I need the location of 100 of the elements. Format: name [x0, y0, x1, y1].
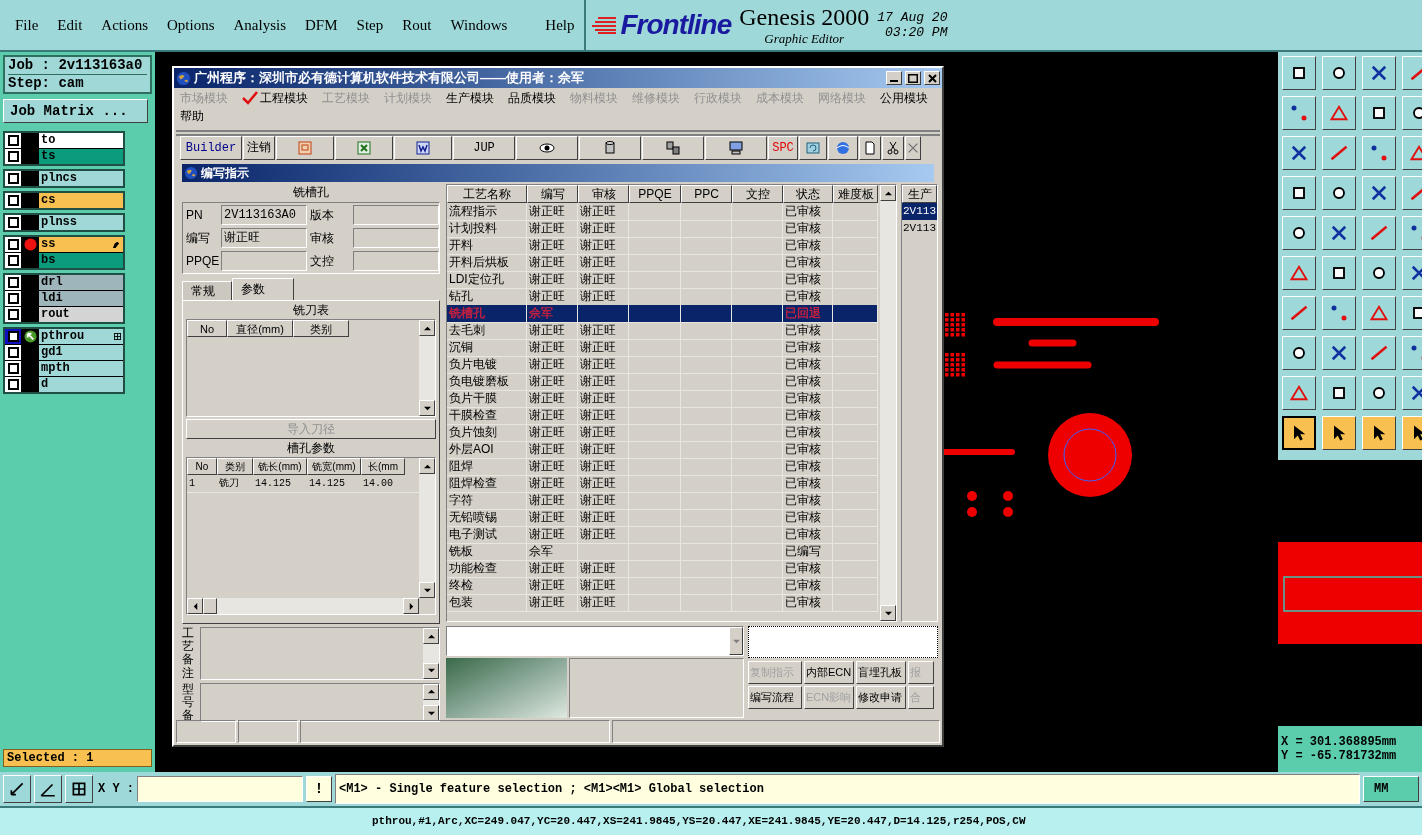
close-button[interactable] — [924, 71, 940, 85]
tab[interactable]: 常规 — [182, 281, 232, 300]
layer-name[interactable]: plncs — [39, 171, 123, 186]
column-header[interactable]: 难度板 — [833, 185, 878, 203]
table-row[interactable]: 负片电镀 谢正旺 谢正旺 已审核 — [447, 356, 878, 373]
column-header[interactable]: 工艺名称 — [447, 185, 527, 203]
layer-checkbox[interactable] — [7, 277, 19, 288]
table-row[interactable]: 去毛刺 谢正旺 谢正旺 已审核 — [447, 322, 878, 339]
menu-item[interactable]: Options — [167, 13, 215, 37]
column-header[interactable]: No — [187, 458, 217, 475]
layer-name[interactable]: gd1 — [39, 345, 123, 360]
table-row[interactable]: 外层AOI 谢正旺 谢正旺 已审核 — [447, 441, 878, 458]
toolbar-button[interactable] — [859, 136, 881, 160]
command-button[interactable] — [65, 775, 93, 803]
menu-item[interactable]: 公用模块 — [880, 89, 928, 107]
scroll-up-button[interactable] — [423, 628, 439, 644]
layer-name[interactable]: pthrou — [39, 329, 123, 344]
command-button[interactable] — [34, 775, 62, 803]
dropdown-button[interactable] — [729, 627, 743, 655]
toolbar-button[interactable] — [799, 136, 827, 160]
layer-checkbox[interactable] — [7, 293, 19, 304]
toolbar-button[interactable] — [882, 136, 904, 160]
table-row[interactable]: 干膜检查 谢正旺 谢正旺 已审核 — [447, 407, 878, 424]
column-header[interactable]: 铣长(mm) — [253, 458, 307, 475]
layer-checkbox[interactable] — [7, 379, 19, 390]
command-button[interactable] — [3, 775, 31, 803]
table-row[interactable]: 阻焊检查 谢正旺 谢正旺 已审核 — [447, 475, 878, 492]
table-row[interactable]: LDI定位孔 谢正旺 谢正旺 已审核 — [447, 271, 878, 288]
scroll-up-button[interactable] — [880, 185, 896, 201]
toolbar-button[interactable]: 注销 — [243, 136, 275, 160]
maximize-button[interactable] — [905, 71, 921, 85]
toolbar-button[interactable]: Builder — [180, 136, 242, 160]
table-row[interactable]: 功能检查 谢正旺 谢正旺 已审核 — [447, 560, 878, 577]
column-header[interactable]: No — [187, 320, 227, 337]
table-row[interactable]: 铣板 佘军 已编写 — [447, 543, 878, 560]
table-row[interactable]: 负片蚀刻 谢正旺 谢正旺 已审核 — [447, 424, 878, 441]
tab[interactable]: 参数 — [232, 278, 294, 300]
layer-name[interactable]: rout — [39, 307, 123, 322]
layer-checkbox[interactable] — [7, 195, 19, 206]
table-row[interactable]: 负电镀磨板 谢正旺 谢正旺 已审核 — [447, 373, 878, 390]
scroll-up-button[interactable] — [419, 458, 435, 474]
text-field[interactable] — [353, 228, 439, 248]
text-field[interactable]: 2V113163A0 — [221, 205, 307, 225]
column-header[interactable]: 类别 — [217, 458, 253, 475]
column-header[interactable]: 生产 — [902, 185, 937, 203]
menu-item[interactable]: File — [15, 13, 39, 37]
alert-button[interactable]: ! — [306, 776, 332, 802]
layer-checkbox[interactable] — [7, 255, 19, 266]
layer-name[interactable]: d — [39, 377, 123, 392]
scrollbar[interactable] — [423, 683, 439, 722]
column-header[interactable]: 长(mm — [361, 458, 405, 475]
scrollbar[interactable] — [880, 185, 896, 621]
table-row[interactable]: 终检 谢正旺 谢正旺 已审核 — [447, 577, 878, 594]
action-button[interactable]: 编写流程 — [748, 686, 802, 709]
layer-name[interactable]: ts — [39, 149, 123, 164]
scrollbar[interactable] — [419, 320, 435, 416]
column-header[interactable]: 直径(mm) — [227, 320, 293, 337]
toolbar-button[interactable] — [516, 136, 578, 160]
layer-name[interactable]: cs — [39, 193, 123, 208]
scroll-down-button[interactable] — [423, 705, 439, 722]
action-button[interactable]: 修改申请 — [856, 686, 906, 709]
layer-name[interactable]: mpth — [39, 361, 123, 376]
layer-checkbox[interactable] — [7, 363, 19, 374]
notes-field[interactable] — [200, 682, 440, 723]
column-header[interactable]: 文控 — [732, 185, 783, 203]
layer-checkbox[interactable] — [7, 151, 19, 162]
units-button[interactable]: MM — [1363, 776, 1419, 802]
column-header[interactable]: 审核 — [578, 185, 629, 203]
menu-item[interactable]: 帮助 — [180, 107, 204, 125]
text-field[interactable]: 谢正旺 — [221, 228, 307, 248]
table-row[interactable]: 无铅喷锡 谢正旺 谢正旺 已审核 — [447, 509, 878, 526]
toolbar-button[interactable] — [705, 136, 767, 160]
column-header[interactable]: 类别 — [293, 320, 349, 337]
scroll-left-button[interactable] — [187, 598, 203, 614]
help-menu[interactable]: Help — [545, 13, 575, 37]
menu-item[interactable]: Rout — [402, 13, 432, 37]
table-row[interactable]: 沉铜 谢正旺 谢正旺 已审核 — [447, 339, 878, 356]
table-row[interactable]: 阻焊 谢正旺 谢正旺 已审核 — [447, 458, 878, 475]
layer-name[interactable]: ldi — [39, 291, 123, 306]
xy-input[interactable] — [137, 776, 303, 802]
layer-checkbox[interactable] — [7, 135, 19, 146]
notes-field[interactable] — [200, 627, 440, 680]
action-button[interactable]: 内部ECN — [804, 661, 854, 684]
scroll-down-button[interactable] — [419, 400, 435, 416]
layer-checkbox[interactable] — [7, 331, 19, 342]
layer-checkbox[interactable] — [7, 347, 19, 358]
column-header[interactable]: 编写 — [527, 185, 578, 203]
text-field[interactable] — [221, 251, 307, 271]
layer-checkbox[interactable] — [7, 217, 19, 228]
action-button[interactable]: 盲埋孔板 — [856, 661, 906, 684]
column-header[interactable]: PPC — [681, 185, 732, 203]
job-matrix-button[interactable]: Job Matrix ... — [3, 99, 148, 123]
layer-checkbox[interactable] — [7, 309, 19, 320]
layer-checkbox[interactable] — [7, 173, 19, 184]
scroll-down-button[interactable] — [419, 582, 435, 598]
layer-name[interactable]: plnss — [39, 215, 123, 230]
table-row[interactable]: 开料 谢正旺 谢正旺 已审核 — [447, 237, 878, 254]
layer-name[interactable]: ss — [39, 237, 123, 252]
horizontal-scrollbar[interactable] — [187, 598, 419, 614]
layer-name[interactable]: bs — [39, 253, 123, 268]
